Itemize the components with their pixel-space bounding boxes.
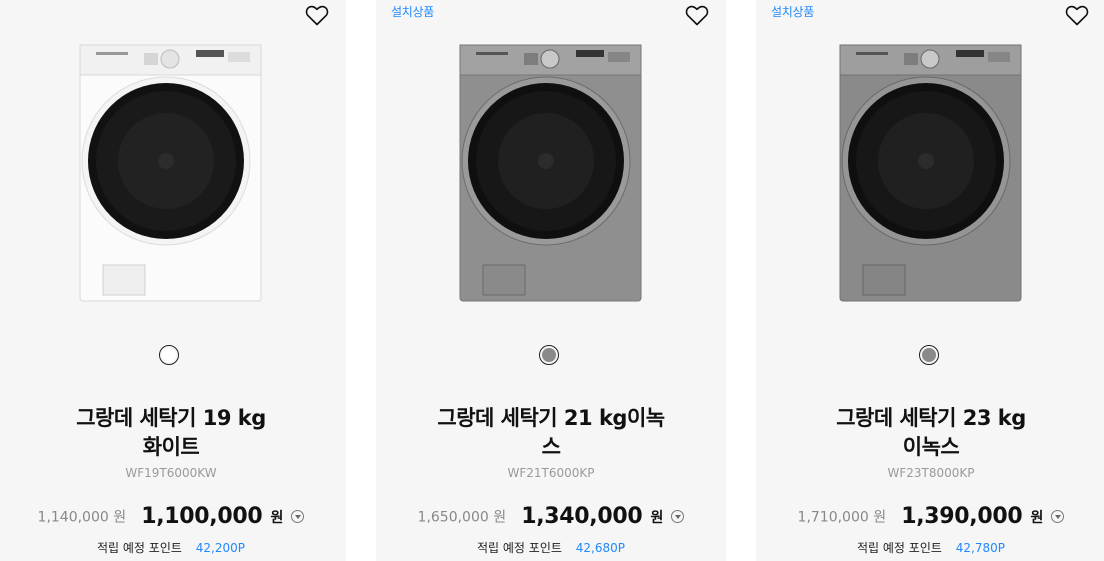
price-row: 1,710,000 원 1,390,000 원 (756, 504, 1104, 529)
currency-label: 원 (1030, 509, 1044, 526)
model-code: WF23T8000KP (887, 466, 975, 480)
wishlist-heart-icon[interactable] (1065, 4, 1089, 26)
sale-price: 1,390,000 (901, 504, 1023, 529)
original-price: 1,650,000 원 (417, 509, 507, 526)
reward-points: 적립 예정 포인트 42,200P (0, 539, 346, 556)
product-title[interactable]: 그랑데 세탁기 21 kg이녹스 (376, 404, 726, 462)
color-swatch-inox[interactable] (539, 345, 559, 365)
washing-machine-image[interactable] (458, 43, 643, 303)
price-info-icon[interactable] (291, 510, 305, 523)
wishlist-heart-icon[interactable] (305, 4, 329, 26)
price-row: 1,650,000 원 1,340,000 원 (376, 504, 726, 529)
product-card[interactable]: 그랑데 세탁기 19 kg 화이트 WF19T6000KW 1,140,000 … (0, 0, 346, 561)
points-value: 42,680P (575, 541, 625, 555)
model-code: WF21T6000KP (507, 466, 595, 480)
reward-points: 적립 예정 포인트 42,780P (756, 539, 1104, 556)
wishlist-heart-icon[interactable] (685, 4, 709, 26)
product-card[interactable]: 설치상품 그랑데 세탁기 21 kg이녹스 WF21T6000KP 1,650,… (376, 0, 726, 561)
points-value: 42,200P (195, 541, 245, 555)
color-swatch-white[interactable] (159, 345, 179, 365)
washing-machine-image[interactable] (78, 43, 263, 303)
install-badge: 설치상품 (391, 5, 434, 19)
original-price: 1,710,000 원 (797, 509, 887, 526)
model-code: WF19T6000KW (125, 466, 217, 480)
color-swatch-inox[interactable] (919, 345, 939, 365)
product-card[interactable]: 설치상품 그랑데 세탁기 23 kg 이녹스 WF23T8000KP 1,710… (756, 0, 1104, 561)
points-label: 적립 예정 포인트 (97, 541, 182, 555)
original-price: 1,140,000 원 (37, 509, 127, 526)
points-value: 42,780P (955, 541, 1005, 555)
product-title[interactable]: 그랑데 세탁기 23 kg 이녹스 (756, 404, 1104, 462)
washing-machine-image[interactable] (838, 43, 1023, 303)
product-title[interactable]: 그랑데 세탁기 19 kg 화이트 (0, 404, 346, 462)
price-info-icon[interactable] (1051, 510, 1065, 523)
price-row: 1,140,000 원 1,100,000 원 (0, 504, 346, 529)
reward-points: 적립 예정 포인트 42,680P (376, 539, 726, 556)
points-label: 적립 예정 포인트 (477, 541, 562, 555)
points-label: 적립 예정 포인트 (857, 541, 942, 555)
sale-price: 1,100,000 (141, 504, 263, 529)
install-badge: 설치상품 (771, 5, 814, 19)
currency-label: 원 (270, 509, 284, 526)
currency-label: 원 (650, 509, 664, 526)
sale-price: 1,340,000 (521, 504, 643, 529)
price-info-icon[interactable] (671, 510, 685, 523)
